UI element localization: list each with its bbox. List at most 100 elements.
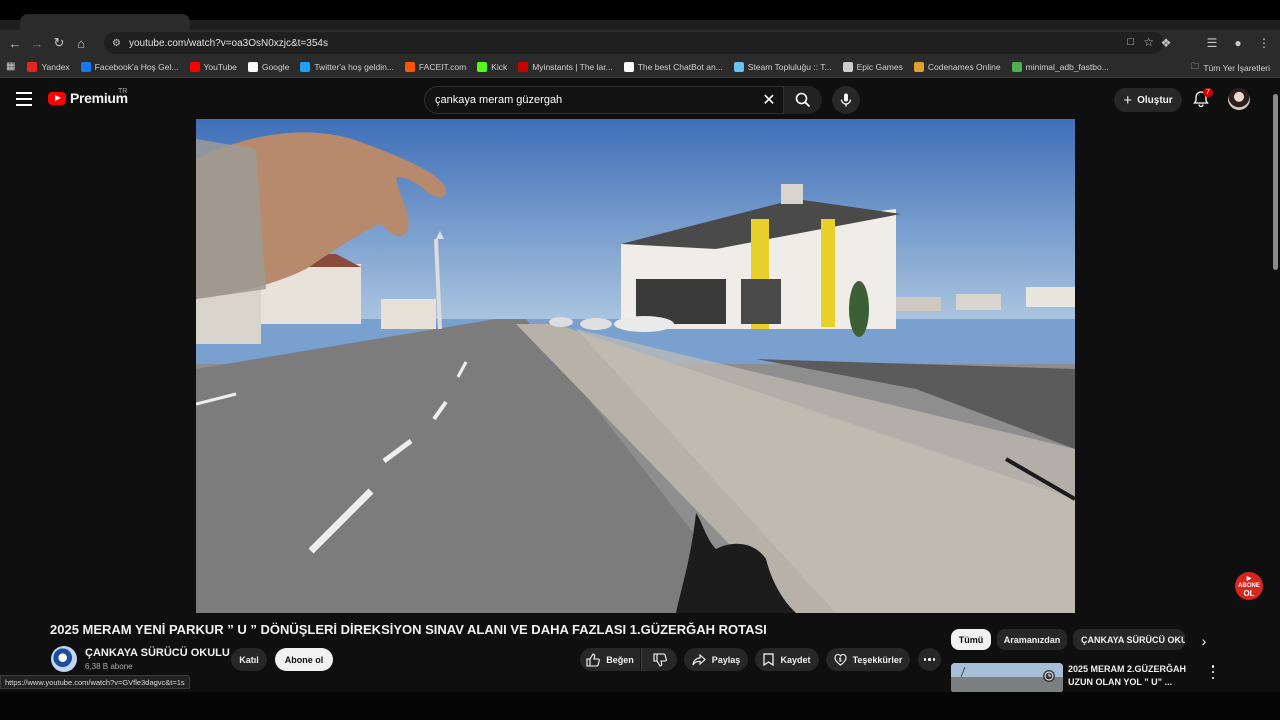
chevron-right-icon[interactable]: › — [1196, 633, 1212, 649]
bookmark-label: Facebook'a Hoş Gel... — [94, 61, 179, 72]
video-frame — [196, 119, 1075, 613]
folder-icon: 🗀 — [1190, 61, 1200, 71]
reload-button[interactable]: ↻ — [48, 32, 70, 54]
share-icon — [692, 653, 706, 665]
bookmark-item[interactable]: FACEIT.com — [404, 61, 467, 72]
active-tab[interactable] — [20, 14, 190, 30]
recommendation-thumbnail[interactable] — [951, 663, 1063, 693]
bookmark-label: Steam Topluluğu :: T... — [747, 61, 832, 72]
bookmarks-list: Yandex Facebook'a Hoş Gel... YouTube Google… — [27, 61, 1119, 72]
video-player[interactable] — [196, 119, 1075, 613]
home-button[interactable]: ⌂ — [70, 32, 92, 54]
bookmark-star-icon[interactable]: ☆ — [1143, 35, 1154, 49]
bookmark-item[interactable]: Facebook'a Hoş Gel... — [80, 61, 179, 72]
subscriber-count: 6,38 B abone — [85, 662, 133, 671]
bookmark-favicon-icon — [1011, 61, 1022, 72]
back-button[interactable]: ← — [4, 32, 26, 54]
bookmark-favicon-icon — [80, 61, 91, 72]
bookmark-favicon-icon — [477, 61, 488, 72]
bookmark-item[interactable]: Yandex — [27, 61, 70, 72]
subscribe-button[interactable]: Abone ol — [275, 648, 333, 671]
bookmark-item[interactable]: YouTube — [189, 61, 237, 72]
profile-icon[interactable]: ● — [1228, 32, 1248, 54]
account-avatar[interactable] — [1228, 88, 1250, 110]
watermark-play-icon: ▶ — [1246, 575, 1252, 582]
notifications-button[interactable]: 7 — [1192, 88, 1214, 112]
page-scrollbar-thumb[interactable] — [1273, 94, 1278, 270]
bookmark-label: Epic Games — [856, 61, 903, 72]
clear-search-icon[interactable]: ✕ — [758, 89, 780, 111]
youtube-masthead: Premium TR çankaya meram güzergah ✕ + Ol… — [0, 80, 1280, 118]
chip-from-search[interactable]: Aramanızdan — [997, 629, 1067, 650]
thanks-button[interactable]: $ Teşekkürler — [826, 648, 910, 671]
bookmark-item[interactable]: Myinstants | The lar... — [518, 61, 613, 72]
thanks-label: Teşekkürler — [852, 654, 903, 665]
guide-menu-icon[interactable] — [16, 92, 32, 106]
bookmark-item[interactable]: Epic Games — [842, 61, 903, 72]
bookmark-item[interactable]: Kick — [477, 61, 508, 72]
voice-search-button[interactable] — [832, 86, 860, 114]
install-app-icon[interactable]: □ — [1127, 36, 1134, 48]
microphone-icon — [840, 93, 852, 107]
more-actions-button[interactable] — [918, 648, 941, 671]
bookmark-label: YouTube — [203, 61, 237, 72]
bookmark-icon — [763, 653, 775, 666]
chip-channel[interactable]: ÇANKAYA SÜRÜCÜ OKULU — [1073, 629, 1185, 650]
all-bookmarks-label: Tüm Yer İşaretleri — [1203, 63, 1270, 73]
bookmark-item[interactable]: Codenames Online — [913, 61, 1001, 72]
bookmark-favicon-icon — [733, 61, 744, 72]
bookmarks-bar: ▦ Yandex Facebook'a Hoş Gel... YouTube Goog… — [0, 56, 1280, 78]
browser-menu-icon[interactable]: ⋮ — [1254, 32, 1274, 54]
create-button[interactable]: + Oluştur — [1114, 88, 1182, 112]
bookmark-favicon-icon — [27, 61, 38, 72]
bookmark-label: Kick — [491, 61, 508, 72]
bookmark-label: Twitter'a hoş geldin... — [314, 61, 394, 72]
search-input[interactable]: çankaya meram güzergah — [424, 86, 784, 114]
site-info-icon[interactable]: ⚙ — [112, 38, 121, 49]
recommendation-title[interactable]: 2025 MERAM 2.GÜZERĞAH UZUN OLAN YOL ” U”… — [1068, 663, 1198, 689]
bookmark-favicon-icon — [404, 61, 415, 72]
notification-count-badge: 7 — [1203, 88, 1213, 97]
forward-button[interactable]: → — [26, 32, 48, 54]
youtube-play-icon — [48, 91, 66, 105]
like-button[interactable]: Beğen — [580, 648, 640, 671]
link-status-url: https://www.youtube.com/watch?v=GVfle3da… — [0, 675, 190, 689]
bookmark-label: Yandex — [41, 61, 70, 72]
bookmark-item[interactable]: minimal_adb_fastbo... — [1011, 61, 1109, 72]
address-bar[interactable]: ⚙ youtube.com/watch?v=oa3OsN0xzjc&t=354s… — [104, 32, 1164, 54]
subscribe-watermark-badge[interactable]: ▶ ABONE OL — [1235, 572, 1263, 600]
search-icon — [795, 92, 811, 108]
recommendation-menu-button[interactable] — [1208, 665, 1218, 679]
bookmark-item[interactable]: Steam Topluluğu :: T... — [733, 61, 832, 72]
youtube-premium-logo[interactable]: Premium TR — [48, 88, 128, 106]
search-button[interactable] — [784, 86, 822, 114]
bookmark-label: minimal_adb_fastbo... — [1025, 61, 1109, 72]
apps-grid-icon[interactable]: ▦ — [6, 61, 15, 72]
bookmark-label: The best ChatBot an... — [637, 61, 723, 72]
thumbnail-image — [951, 663, 1063, 693]
channel-name[interactable]: ÇANKAYA SÜRÜCÜ OKULU — [85, 647, 230, 659]
media-controls-icon[interactable]: ☰ — [1202, 32, 1222, 54]
url-text[interactable]: youtube.com/watch?v=oa3OsN0xzjc&t=354s — [129, 38, 328, 49]
bookmark-label: Myinstants | The lar... — [532, 61, 613, 72]
plus-icon: + — [1123, 91, 1133, 109]
bookmark-item[interactable]: Twitter'a hoş geldin... — [300, 61, 394, 72]
bookmark-label: FACEIT.com — [418, 61, 467, 72]
browser-toolbar: ← → ↻ ⌂ ⚙ youtube.com/watch?v=oa3OsN0xzj… — [0, 30, 1280, 56]
bookmark-favicon-icon — [247, 61, 258, 72]
share-button[interactable]: Paylaş — [684, 648, 748, 671]
like-label: Beğen — [606, 654, 634, 665]
channel-avatar[interactable] — [51, 646, 77, 672]
watermark-line2: OL — [1243, 588, 1255, 598]
chip-all[interactable]: Tümü — [951, 629, 991, 650]
extensions-icon[interactable]: ❖ — [1156, 32, 1176, 54]
bookmark-item[interactable]: Google — [247, 61, 289, 72]
bookmark-favicon-icon — [623, 61, 634, 72]
save-button[interactable]: Kaydet — [755, 648, 819, 671]
dislike-button[interactable] — [641, 648, 677, 671]
all-bookmarks-button[interactable]: 🗀 Tüm Yer İşaretleri — [1191, 61, 1270, 75]
bookmark-item[interactable]: The best ChatBot an... — [623, 61, 723, 72]
join-button[interactable]: Katıl — [231, 648, 267, 671]
bookmark-favicon-icon — [189, 61, 200, 72]
thumbs-down-icon — [652, 652, 667, 667]
